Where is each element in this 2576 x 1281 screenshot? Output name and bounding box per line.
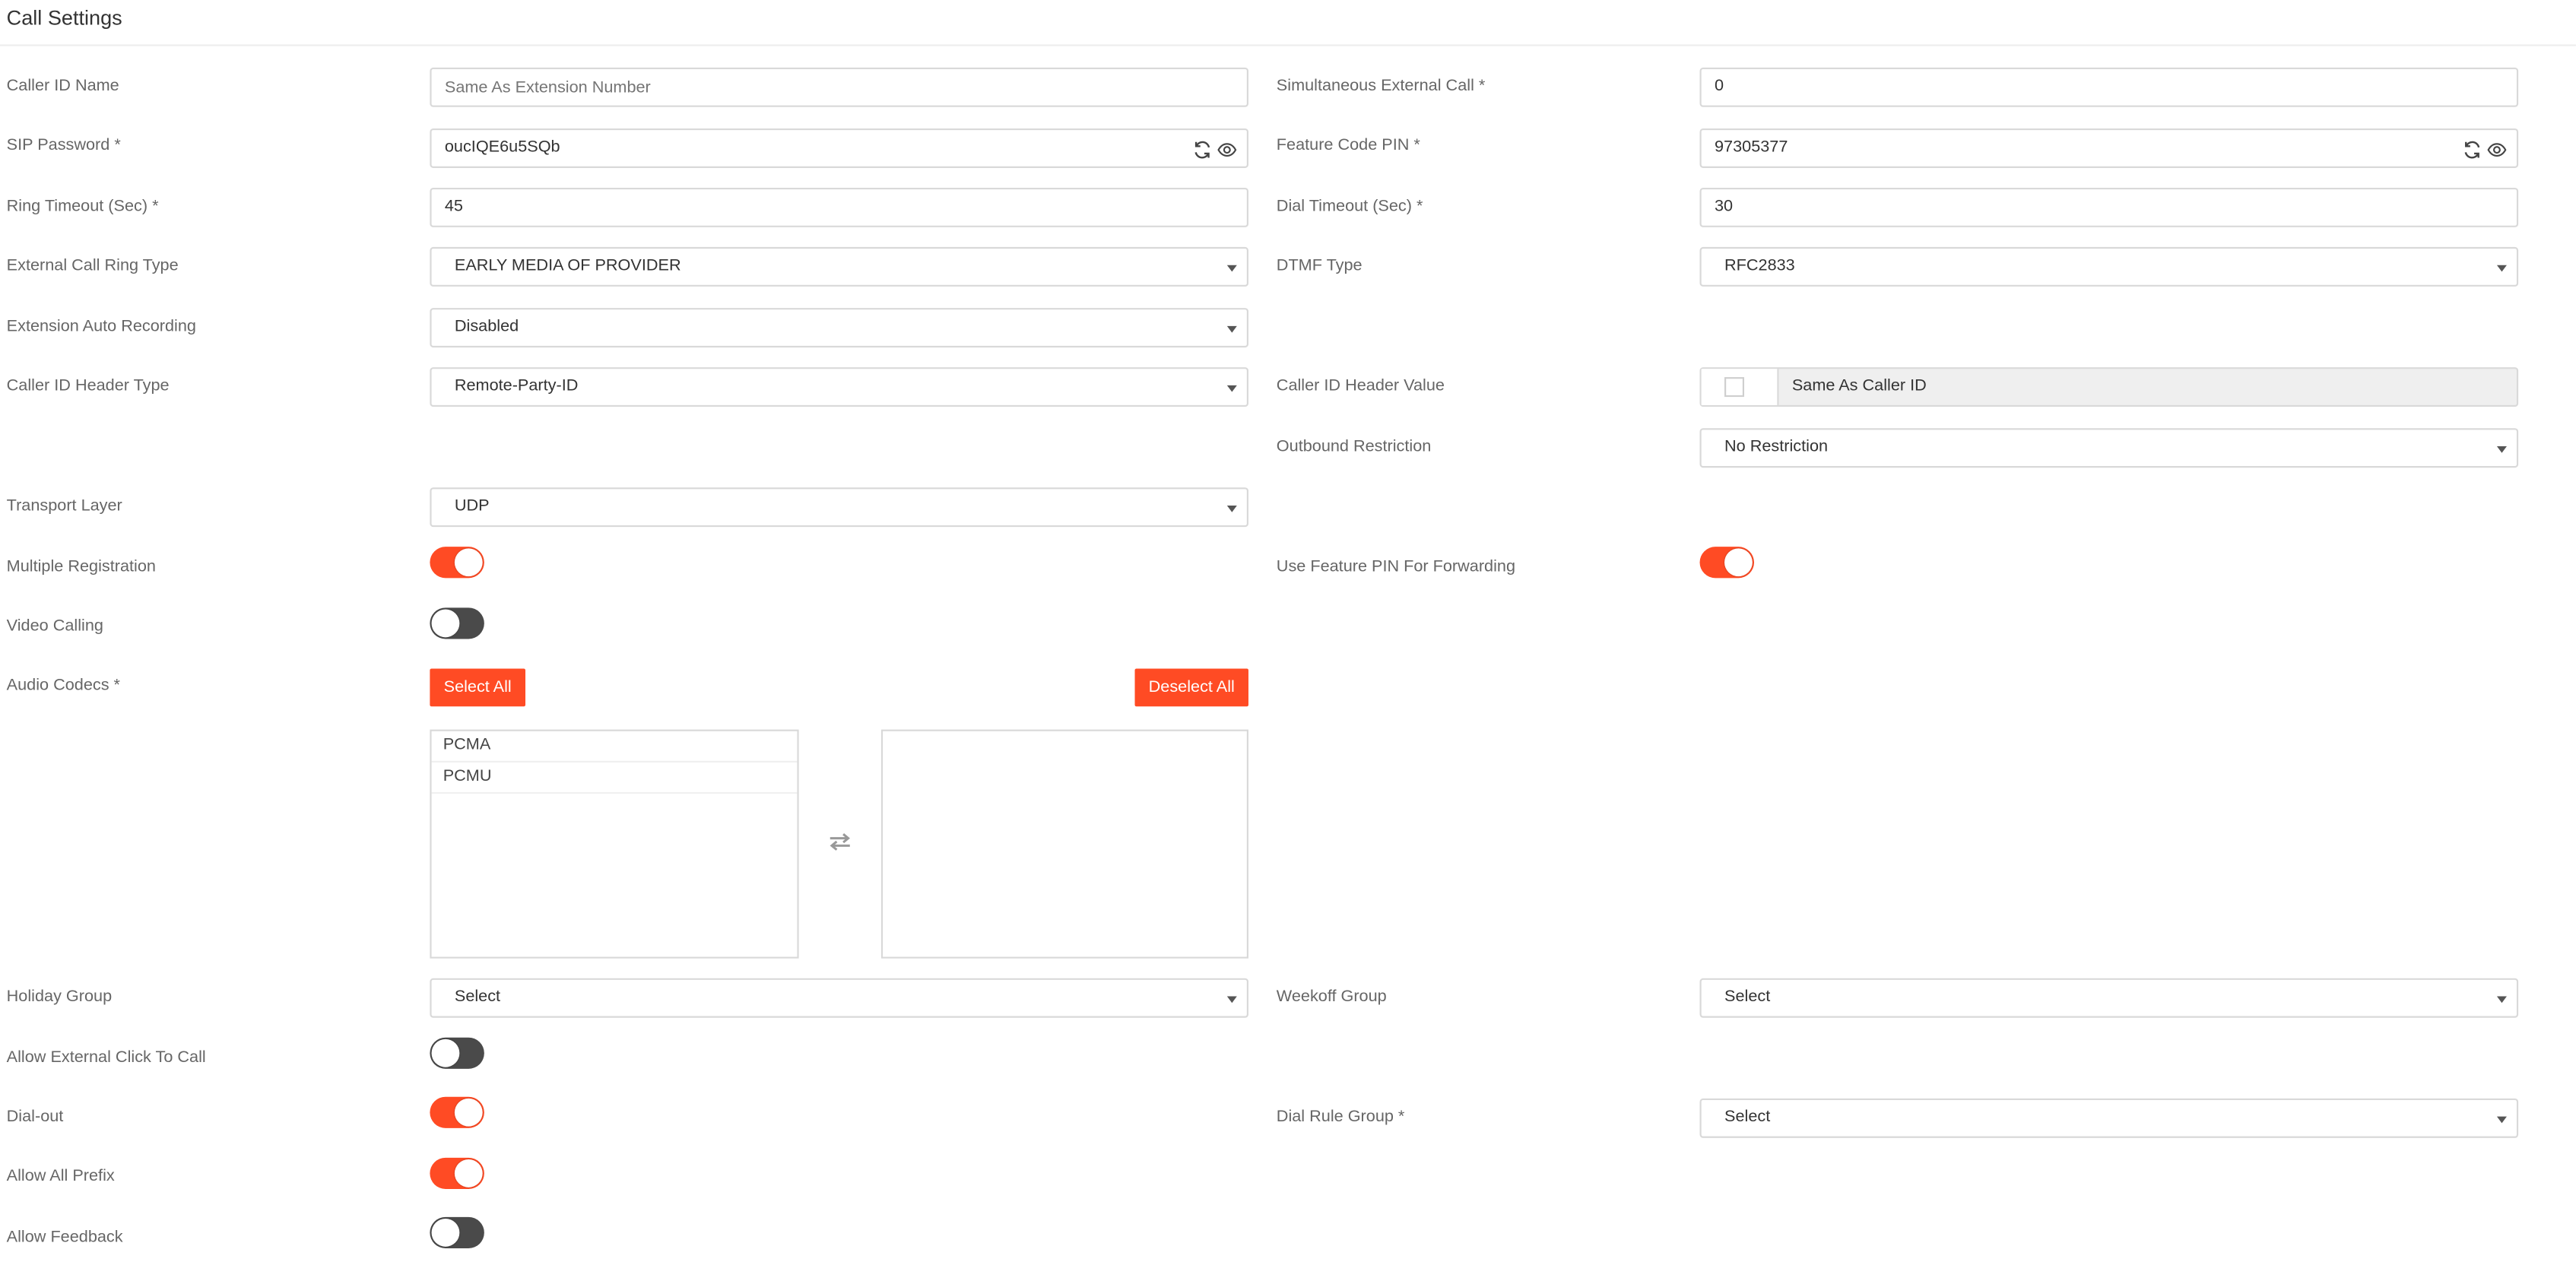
feature-code-pin-input[interactable]: 97305377 <box>1699 128 2519 168</box>
caller-id-header-type-value: Remote-Party-ID <box>454 377 579 395</box>
feature-code-pin-label: Feature Code PIN * <box>1276 136 1420 155</box>
dial-rule-group-label: Dial Rule Group * <box>1276 1108 1405 1127</box>
extension-auto-recording-value: Disabled <box>454 318 519 336</box>
page-title: Call Settings <box>6 6 122 30</box>
dial-timeout-value: 30 <box>1715 197 1734 216</box>
toggle-knob <box>454 548 483 577</box>
dial-out-toggle[interactable] <box>430 1096 484 1128</box>
eye-icon[interactable] <box>2487 138 2507 158</box>
simultaneous-external-call-input[interactable]: 0 <box>1699 67 2519 107</box>
allow-external-click-to-call-label: Allow External Click To Call <box>6 1048 206 1067</box>
ring-timeout-input[interactable]: 45 <box>430 187 1248 227</box>
caller-id-header-type-select[interactable]: Remote-Party-ID <box>430 367 1248 407</box>
caller-id-header-value-field: Same As Caller ID <box>1699 367 2519 407</box>
eye-icon[interactable] <box>1217 138 1237 158</box>
feature-code-pin-value: 97305377 <box>1715 138 1788 157</box>
allow-all-prefix-toggle[interactable] <box>430 1157 484 1189</box>
available-codecs-list[interactable]: PCMA PCMU <box>430 729 799 959</box>
allow-feedback-toggle[interactable] <box>430 1216 484 1248</box>
list-item[interactable]: PCMU <box>431 763 798 794</box>
holiday-group-value: Select <box>454 988 501 1007</box>
refresh-icon[interactable] <box>2462 138 2482 159</box>
toggle-knob <box>454 1098 483 1127</box>
dial-timeout-input[interactable]: 30 <box>1699 187 2519 227</box>
dial-timeout-label: Dial Timeout (Sec) * <box>1276 197 1423 216</box>
refresh-icon[interactable] <box>1192 138 1212 159</box>
outbound-restriction-value: No Restriction <box>1724 438 1829 457</box>
transport-layer-label: Transport Layer <box>6 497 122 516</box>
multiple-registration-toggle[interactable] <box>430 547 484 579</box>
multiple-registration-label: Multiple Registration <box>6 558 156 577</box>
dial-rule-group-select[interactable]: Select <box>1699 1098 2519 1138</box>
chevron-down-icon <box>2496 996 2507 1004</box>
chevron-down-icon <box>1226 265 1237 272</box>
deselect-all-button[interactable]: Deselect All <box>1134 668 1248 707</box>
sip-password-label: SIP Password * <box>6 136 121 155</box>
audio-codecs-label: Audio Codecs * <box>6 677 120 696</box>
toggle-knob <box>454 1159 483 1187</box>
allow-all-prefix-label: Allow All Prefix <box>6 1167 115 1186</box>
dtmf-type-value: RFC2833 <box>1724 256 1795 275</box>
swap-arrows-icon[interactable] <box>826 830 853 860</box>
caller-id-name-input[interactable] <box>430 67 1248 107</box>
external-call-ring-type-value: EARLY MEDIA OF PROVIDER <box>454 256 681 275</box>
dtmf-type-label: DTMF Type <box>1276 256 1363 275</box>
same-as-caller-id-checkbox[interactable] <box>1724 377 1745 398</box>
chevron-down-icon <box>1226 325 1237 333</box>
extension-auto-recording-label: Extension Auto Recording <box>6 318 196 336</box>
selected-codecs-list[interactable] <box>880 729 1248 959</box>
title-divider <box>0 44 2576 46</box>
outbound-restriction-select[interactable]: No Restriction <box>1699 428 2519 468</box>
outbound-restriction-label: Outbound Restriction <box>1276 438 1432 457</box>
external-call-ring-type-label: External Call Ring Type <box>6 256 179 275</box>
holiday-group-label: Holiday Group <box>6 988 113 1007</box>
chevron-down-icon <box>2496 1116 2507 1124</box>
caller-id-header-type-label: Caller ID Header Type <box>6 377 170 395</box>
checkbox-cell <box>1701 369 1779 405</box>
external-call-ring-type-select[interactable]: EARLY MEDIA OF PROVIDER <box>430 246 1248 287</box>
sip-password-input[interactable]: oucIQE6u5SQb <box>430 128 1248 168</box>
call-settings-panel: Call Settings Caller ID Name SIP Passwor… <box>0 0 2576 1265</box>
use-feature-pin-for-forwarding-toggle[interactable] <box>1699 547 1755 579</box>
weekoff-group-value: Select <box>1724 988 1771 1007</box>
chevron-down-icon <box>2496 446 2507 453</box>
weekoff-group-select[interactable]: Select <box>1699 978 2519 1018</box>
dial-rule-group-value: Select <box>1724 1108 1771 1127</box>
transport-layer-value: UDP <box>454 497 490 516</box>
toggle-knob <box>1724 548 1753 577</box>
allow-external-click-to-call-toggle[interactable] <box>430 1037 484 1069</box>
simultaneous-external-call-value: 0 <box>1715 77 1724 96</box>
weekoff-group-label: Weekoff Group <box>1276 988 1387 1007</box>
transport-layer-select[interactable]: UDP <box>430 487 1248 528</box>
ring-timeout-value: 45 <box>444 197 463 216</box>
dtmf-type-select[interactable]: RFC2833 <box>1699 246 2519 287</box>
caller-id-header-value-label: Caller ID Header Value <box>1276 377 1445 395</box>
same-as-caller-id-label: Same As Caller ID <box>1791 377 1927 395</box>
chevron-down-icon <box>2496 265 2507 272</box>
toggle-knob <box>431 609 460 638</box>
select-all-button[interactable]: Select All <box>430 668 526 707</box>
list-item[interactable]: PCMA <box>431 731 798 763</box>
sip-password-value: oucIQE6u5SQb <box>444 138 560 157</box>
use-feature-pin-for-forwarding-label: Use Feature PIN For Forwarding <box>1276 558 1516 577</box>
chevron-down-icon <box>1226 506 1237 512</box>
simultaneous-external-call-label: Simultaneous External Call * <box>1276 77 1486 96</box>
caller-id-name-label: Caller ID Name <box>6 77 119 96</box>
holiday-group-select[interactable]: Select <box>430 978 1248 1018</box>
chevron-down-icon <box>1226 385 1237 392</box>
ring-timeout-label: Ring Timeout (Sec) * <box>6 197 159 216</box>
chevron-down-icon <box>1226 996 1237 1004</box>
extension-auto-recording-select[interactable]: Disabled <box>430 308 1248 348</box>
video-calling-toggle[interactable] <box>430 607 484 639</box>
video-calling-label: Video Calling <box>6 617 103 636</box>
allow-feedback-label: Allow Feedback <box>6 1228 123 1247</box>
toggle-knob <box>431 1218 460 1247</box>
toggle-knob <box>431 1038 460 1067</box>
dial-out-label: Dial-out <box>6 1108 64 1127</box>
